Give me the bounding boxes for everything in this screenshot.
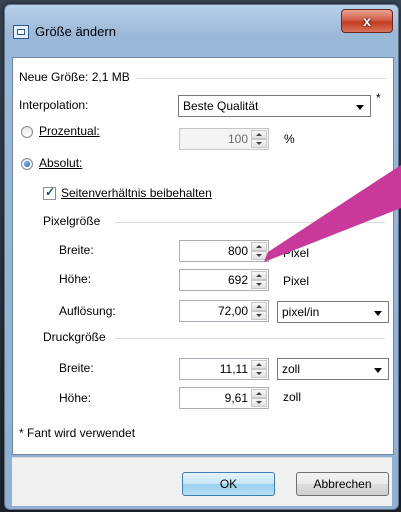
annotation-arrow: [264, 165, 401, 262]
annotation-arrow-shape: [264, 165, 401, 262]
